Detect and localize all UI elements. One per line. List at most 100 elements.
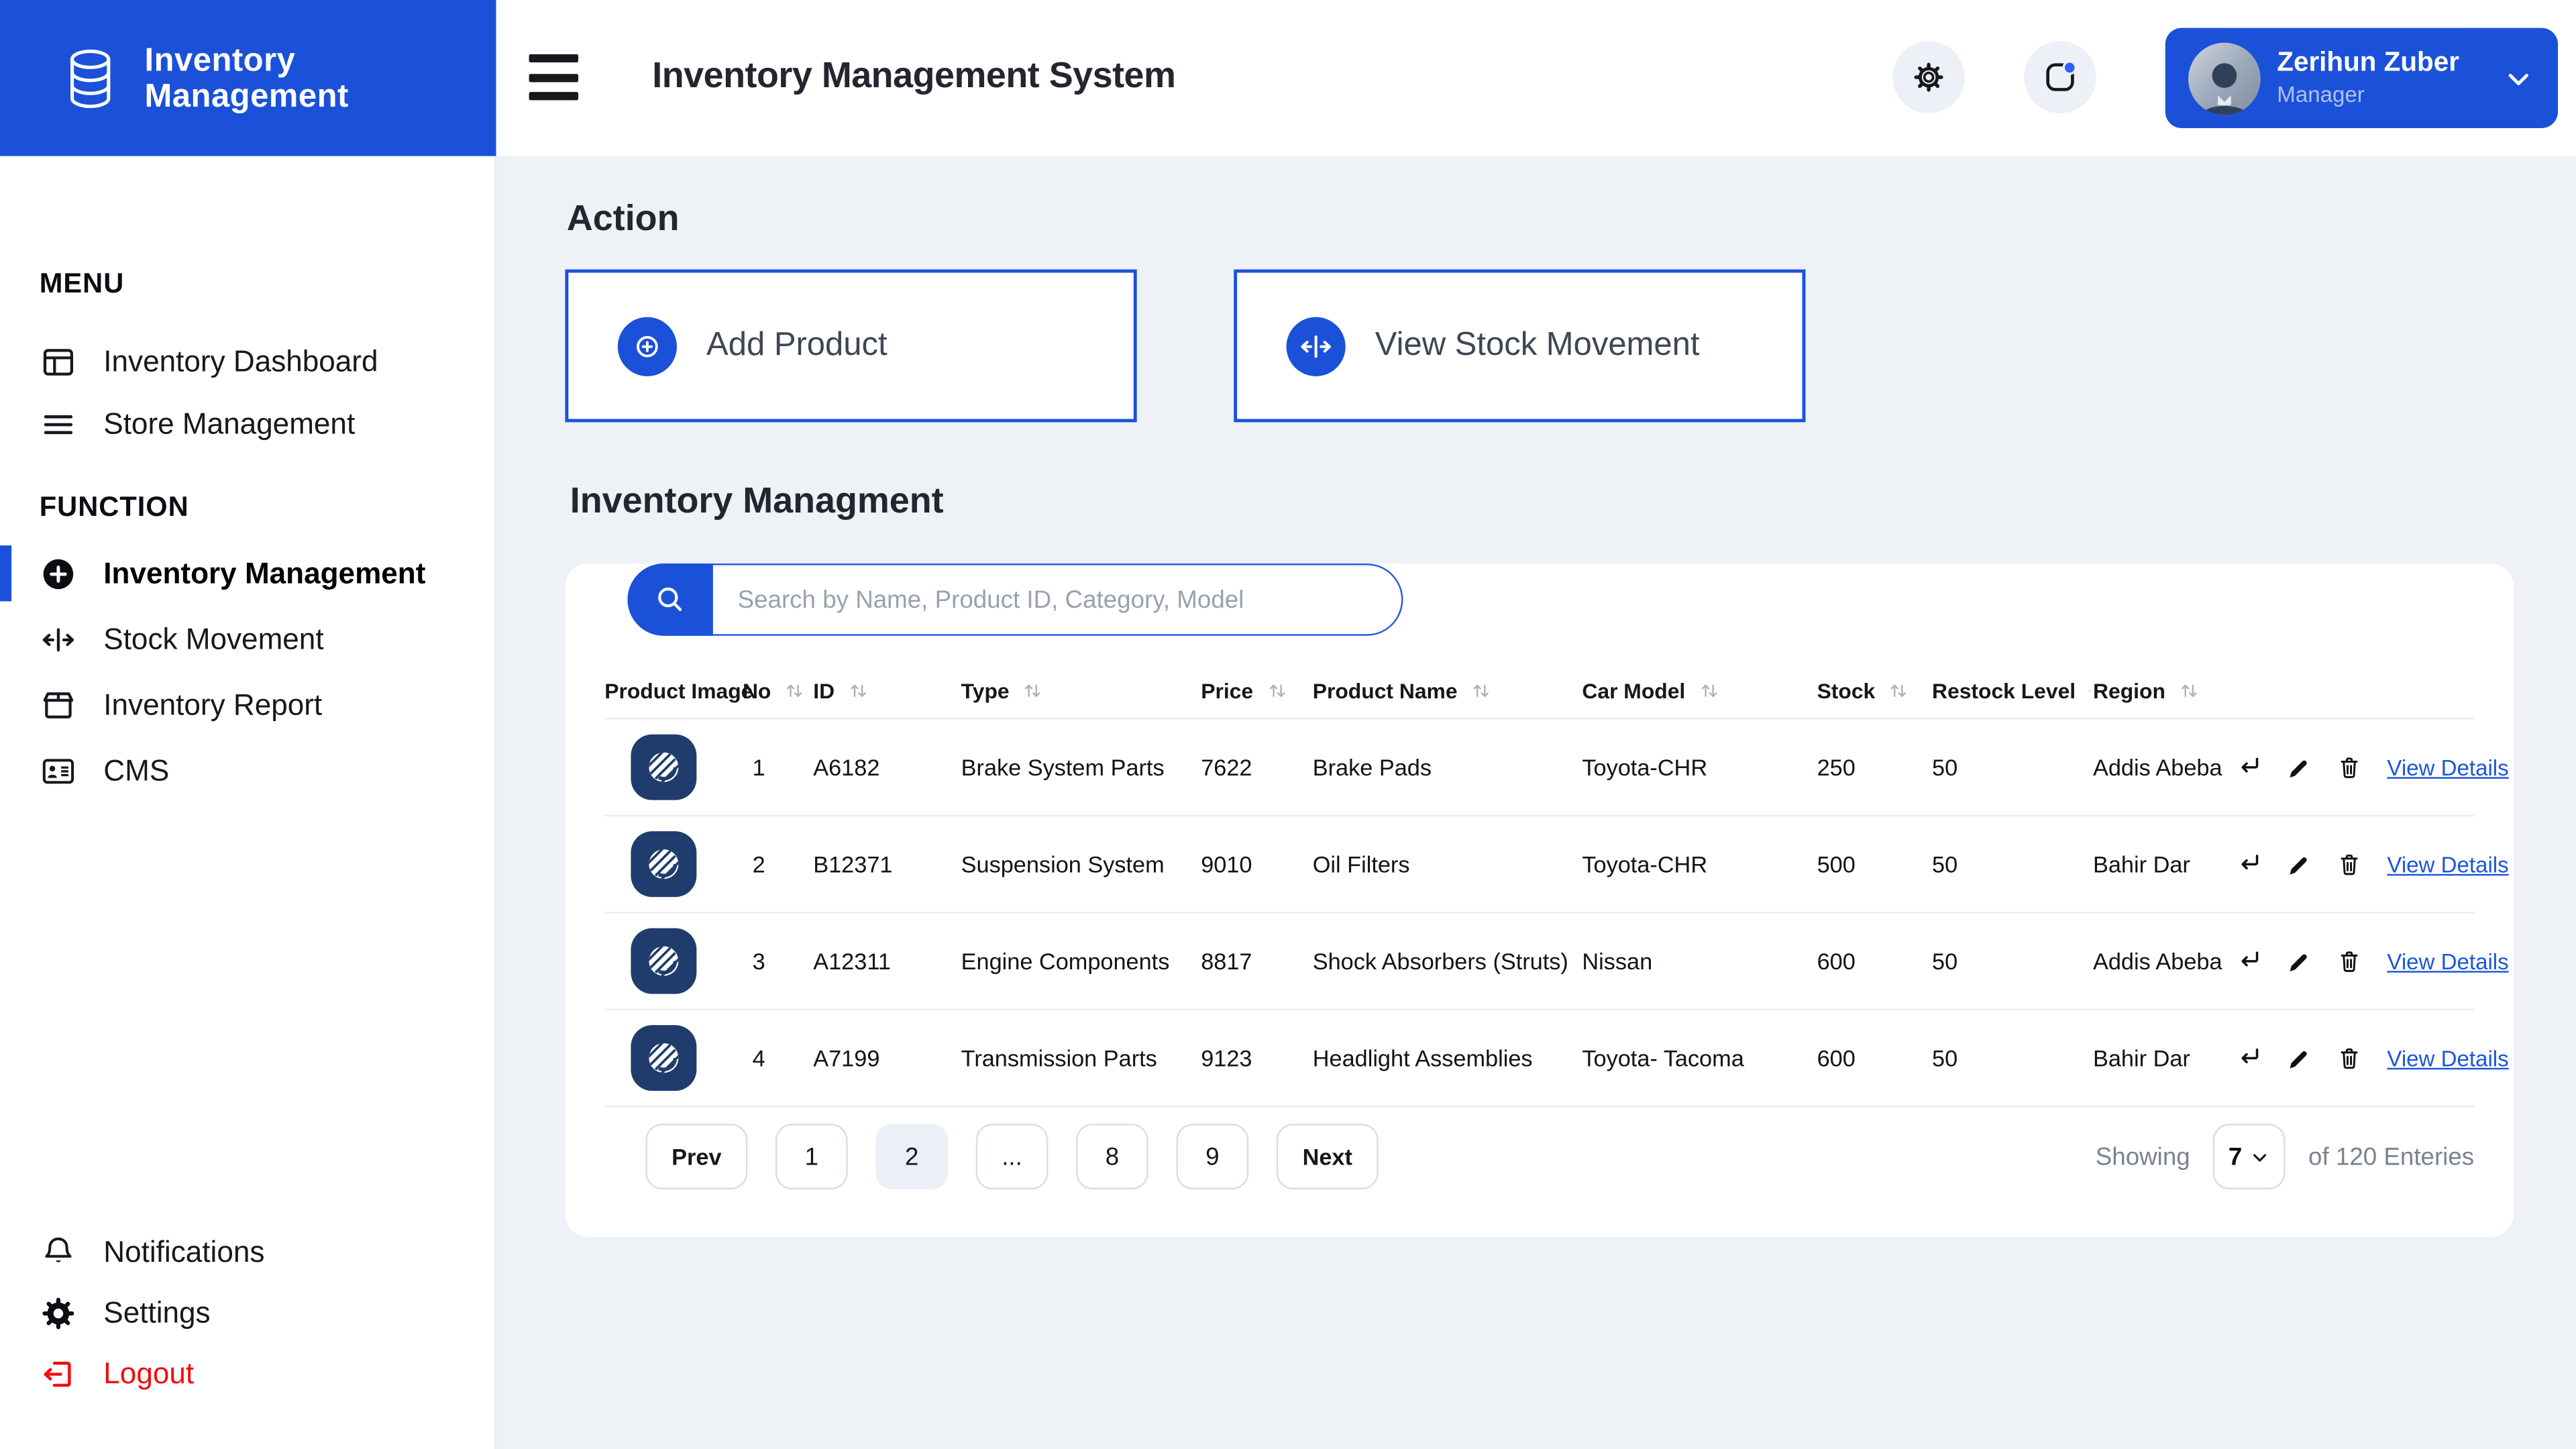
cell-type: Brake System Parts (961, 754, 1165, 781)
cell-car-model: Nissan (1582, 948, 1653, 975)
table-header: Product Image No ID Type Price Product N… (604, 663, 2475, 720)
col-id[interactable]: ID (813, 678, 961, 703)
cell-type: Suspension System (961, 851, 1165, 877)
cell-no: 1 (752, 754, 765, 781)
cell-no: 4 (752, 1044, 765, 1071)
col-region[interactable]: Region (2093, 678, 2235, 703)
product-image-icon (649, 1043, 679, 1073)
view-details-link[interactable]: View Details (2387, 949, 2508, 973)
function-nav: Inventory Management Stock Movement Inve… (0, 541, 494, 804)
col-no[interactable]: No (743, 678, 813, 703)
delete-icon[interactable] (2333, 751, 2365, 783)
sidebar-item-cms[interactable]: CMS (0, 738, 494, 804)
page-button-2-active[interactable]: 2 (875, 1124, 949, 1190)
return-icon[interactable] (2235, 945, 2266, 977)
menu-nav: Inventory Dashboard Store Management (0, 330, 494, 455)
settings-button[interactable] (1892, 41, 1965, 113)
sidebar-item-settings[interactable]: Settings (0, 1283, 494, 1344)
action-cards: Add Product View Stock Movement (565, 269, 2576, 423)
return-icon[interactable] (2235, 751, 2266, 783)
user-menu[interactable]: Zerihun Zuber Manager (2165, 28, 2559, 129)
chevron-down-icon (2253, 1153, 2266, 1161)
inventory-heading: Inventory Managment (570, 480, 944, 521)
gear-icon (40, 1295, 77, 1332)
sort-icon (787, 684, 803, 697)
delete-icon[interactable] (2333, 945, 2365, 977)
edit-icon[interactable] (2284, 945, 2315, 977)
page-button-ellipsis[interactable]: ... (975, 1124, 1049, 1190)
sort-icon (1891, 684, 1907, 697)
next-button[interactable]: Next (1276, 1124, 1379, 1190)
sort-icon (1025, 684, 1041, 697)
edit-icon[interactable] (2284, 1042, 2315, 1074)
row-actions: View Details (2235, 849, 2509, 880)
sidebar-item-stock-movement[interactable]: Stock Movement (0, 606, 494, 672)
sidebar-item-inventory-report[interactable]: Inventory Report (0, 672, 494, 738)
view-details-link[interactable]: View Details (2387, 1046, 2508, 1071)
search-icon (652, 582, 688, 618)
product-image (631, 831, 697, 898)
plus-circle-icon (617, 316, 677, 376)
per-page-select[interactable]: 7 (2213, 1124, 2286, 1190)
list-icon (40, 405, 77, 443)
page-button-1[interactable]: 1 (775, 1124, 848, 1190)
search-button[interactable] (627, 564, 713, 636)
sidebar-item-label: Logout (103, 1356, 195, 1390)
sort-icon (1269, 684, 1285, 697)
cell-stock: 250 (1817, 754, 1856, 781)
col-type[interactable]: Type (961, 678, 1201, 703)
cell-type: Transmission Parts (961, 1044, 1157, 1071)
brand-line2: Management (144, 78, 349, 115)
return-icon[interactable] (2235, 1042, 2266, 1074)
view-details-link[interactable]: View Details (2387, 852, 2508, 877)
sidebar-item-label: Inventory Report (103, 687, 323, 720)
brand-line1: Inventory (144, 42, 296, 78)
product-image-icon (649, 752, 679, 782)
box-icon (40, 686, 77, 723)
sidebar-item-inventory-dashboard[interactable]: Inventory Dashboard (0, 330, 494, 392)
user-meta: Zerihun Zuber Manager (2277, 47, 2485, 109)
col-price[interactable]: Price (1201, 678, 1313, 703)
edit-icon[interactable] (2284, 751, 2315, 783)
col-car-model[interactable]: Car Model (1582, 678, 1817, 703)
page-title: Inventory Management System (652, 54, 1176, 96)
gear-icon (1911, 59, 1947, 95)
sidebar-item-label: Inventory Dashboard (103, 344, 378, 378)
prev-button[interactable]: Prev (645, 1124, 748, 1190)
cell-restock-level: 50 (1932, 948, 1958, 975)
delete-icon[interactable] (2333, 849, 2365, 880)
cell-region: Addis Abeba (2093, 948, 2222, 975)
view-details-link[interactable]: View Details (2387, 755, 2508, 780)
product-image (631, 928, 697, 994)
search-input[interactable] (627, 564, 1403, 636)
delete-icon[interactable] (2333, 1042, 2365, 1074)
user-role: Manager (2277, 83, 2365, 107)
col-stock[interactable]: Stock (1817, 678, 1932, 703)
pagination: Prev 1 2 ... 8 9 Next Showing 7 of 120 E… (604, 1124, 2474, 1190)
sidebar-item-logout[interactable]: Logout (0, 1344, 494, 1405)
notifications-button[interactable] (2024, 41, 2096, 113)
col-restock-level[interactable]: Restock Level (1932, 678, 2093, 703)
cell-car-model: Toyota-CHR (1582, 754, 1708, 781)
cell-product-name: Headlight Assemblies (1312, 1044, 1533, 1071)
sidebar-item-label: CMS (103, 753, 170, 786)
view-stock-movement-button[interactable]: View Stock Movement (1234, 269, 1806, 423)
sort-icon (2182, 684, 2197, 697)
app-root: Inventory Management MENU Inventory Dash… (0, 0, 2576, 1449)
cell-price: 9123 (1201, 1044, 1252, 1071)
return-icon[interactable] (2235, 849, 2266, 880)
hamburger-icon[interactable] (529, 54, 582, 101)
cell-restock-level: 50 (1932, 1044, 1958, 1071)
table-row: 4 A7199 Transmission Parts 9123 Headligh… (604, 1010, 2509, 1108)
cell-type: Engine Components (961, 948, 1170, 975)
page-button-9[interactable]: 9 (1176, 1124, 1249, 1190)
sidebar-item-inventory-management[interactable]: Inventory Management (0, 541, 494, 606)
sidebar-item-store-management[interactable]: Store Management (0, 392, 494, 455)
edit-icon[interactable] (2284, 849, 2315, 880)
col-product-name[interactable]: Product Name (1313, 678, 1582, 703)
sidebar-item-notifications[interactable]: Notifications (0, 1222, 494, 1283)
add-product-button[interactable]: Add Product (565, 269, 1137, 423)
inventory-panel: Product Image No ID Type Price Product N… (565, 564, 2514, 1238)
page-button-8[interactable]: 8 (1076, 1124, 1148, 1190)
sidebar-section-function: FUNCTION (39, 491, 189, 523)
